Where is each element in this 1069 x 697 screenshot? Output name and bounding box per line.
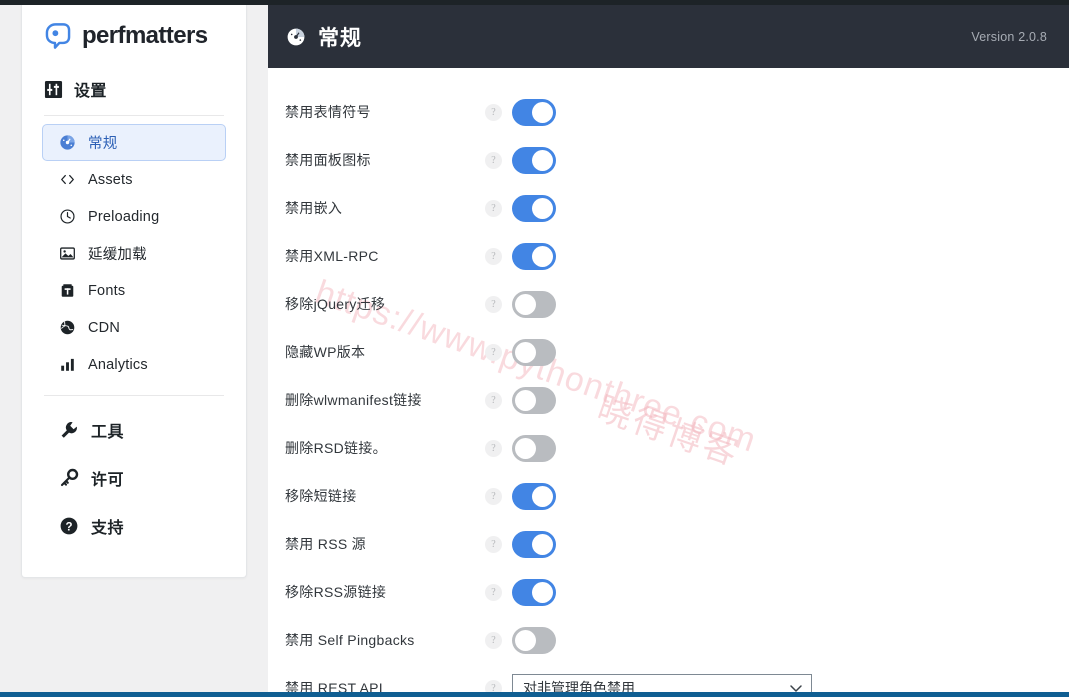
- sidebar-item-label: 许可: [91, 472, 125, 489]
- sidebar: perfmatters 设置 常规 Assets Preloading 延缓加载…: [0, 5, 268, 697]
- sidebar-item-label: Assets: [88, 171, 133, 188]
- gauge-icon: [60, 135, 75, 150]
- perfmatters-logo-icon: [45, 23, 71, 49]
- help-icon[interactable]: ?: [485, 391, 502, 409]
- sidebar-settings-heading: 设置: [22, 51, 246, 101]
- sidebar-item-support[interactable]: ? 支持: [42, 502, 226, 550]
- setting-row: 删除wlwmanifest链接 ?: [268, 376, 1069, 424]
- setting-label: 移除jQuery迁移: [285, 295, 386, 312]
- sidebar-item-assets[interactable]: Assets: [42, 161, 226, 198]
- setting-label: 删除RSD链接。: [285, 439, 387, 456]
- sidebar-settings-label: 设置: [74, 83, 107, 100]
- sidebar-nav: 常规 Assets Preloading 延缓加载 Fonts CDN Anal…: [22, 116, 246, 383]
- page-header: 常规 Version 2.0.8: [268, 5, 1069, 68]
- toggle-switch[interactable]: [512, 530, 556, 558]
- toggle-switch[interactable]: [512, 434, 556, 462]
- sidebar-item-label: 延缓加载: [88, 247, 147, 263]
- page-title: 常规: [318, 26, 362, 50]
- setting-label: 禁用面板图标: [285, 151, 371, 168]
- help-icon[interactable]: ?: [485, 583, 502, 601]
- bottom-strip: [0, 692, 1069, 697]
- toggle-switch[interactable]: [512, 194, 556, 222]
- toggle-switch[interactable]: [512, 290, 556, 318]
- toggle-switch[interactable]: [512, 98, 556, 126]
- toggle-switch[interactable]: [512, 146, 556, 174]
- top-admin-strip: [0, 0, 1069, 5]
- sidebar-item-label: Preloading: [88, 208, 160, 225]
- setting-label: 禁用 RSS 源: [285, 535, 366, 552]
- setting-label: 禁用 Self Pingbacks: [285, 631, 415, 648]
- sidebar-item-label: CDN: [88, 319, 121, 336]
- setting-label: 隐藏WP版本: [285, 343, 366, 360]
- question-circle-icon: ?: [60, 517, 78, 535]
- setting-label: 禁用嵌入: [285, 199, 343, 216]
- setting-row: 禁用 RSS 源 ?: [268, 520, 1069, 568]
- globe-icon: [60, 320, 75, 335]
- main-content: 常规 Version 2.0.8 https://www.pythonthree…: [268, 5, 1069, 697]
- sidebar-item-general[interactable]: 常规: [42, 124, 226, 161]
- settings-list: 禁用表情符号 ? 禁用面板图标 ? 禁用嵌入 ? 禁用XML-RPC ? 移除j…: [268, 68, 1069, 697]
- toggle-switch[interactable]: [512, 338, 556, 366]
- sidebar-item-tools[interactable]: 工具: [42, 406, 226, 454]
- help-icon[interactable]: ?: [485, 439, 502, 457]
- setting-row: 隐藏WP版本 ?: [268, 328, 1069, 376]
- help-icon[interactable]: ?: [485, 631, 502, 649]
- sidebar-item-label: Analytics: [88, 356, 148, 373]
- svg-text:?: ?: [65, 521, 72, 533]
- brand-name: perfmatters: [82, 22, 208, 49]
- sidebar-item-license[interactable]: 许可: [42, 454, 226, 502]
- sidebar-item-label: 支持: [91, 520, 125, 537]
- help-icon[interactable]: ?: [485, 103, 502, 121]
- brand-logo[interactable]: perfmatters: [22, 5, 246, 51]
- setting-row: 禁用XML-RPC ?: [268, 232, 1069, 280]
- setting-label: 禁用XML-RPC: [285, 247, 379, 264]
- toggle-switch[interactable]: [512, 482, 556, 510]
- gauge-icon: [287, 28, 305, 45]
- setting-row: 移除短链接 ?: [268, 472, 1069, 520]
- sidebar-item-label: 工具: [91, 424, 125, 441]
- help-icon[interactable]: ?: [485, 487, 502, 505]
- sidebar-item-label: Fonts: [88, 282, 126, 299]
- sidebar-item-cdn[interactable]: CDN: [42, 309, 226, 346]
- setting-label: 删除wlwmanifest链接: [285, 391, 422, 408]
- toggle-switch[interactable]: [512, 626, 556, 654]
- font-case-icon: [61, 284, 74, 297]
- sidebar-card: perfmatters 设置 常规 Assets Preloading 延缓加载…: [21, 5, 247, 578]
- sidebar-item-lazyload[interactable]: 延缓加载: [42, 235, 226, 272]
- bar-chart-icon: [61, 358, 74, 371]
- key-icon: [60, 468, 79, 487]
- setting-row: 移除jQuery迁移 ?: [268, 280, 1069, 328]
- setting-row: 禁用嵌入 ?: [268, 184, 1069, 232]
- setting-row: 禁用面板图标 ?: [268, 136, 1069, 184]
- image-icon: [60, 247, 75, 260]
- sidebar-item-label: 常规: [88, 136, 118, 152]
- setting-row: 禁用表情符号 ?: [268, 88, 1069, 136]
- setting-label: 移除RSS源链接: [285, 583, 387, 600]
- help-icon[interactable]: ?: [485, 247, 502, 265]
- sidebar-item-fonts[interactable]: Fonts: [42, 272, 226, 309]
- setting-row: 删除RSD链接。 ?: [268, 424, 1069, 472]
- setting-row: 移除RSS源链接 ?: [268, 568, 1069, 616]
- help-icon[interactable]: ?: [485, 343, 502, 361]
- help-icon[interactable]: ?: [485, 535, 502, 553]
- sliders-icon: [44, 80, 63, 98]
- version-label: Version 2.0.8: [971, 29, 1047, 44]
- setting-row: 禁用 Self Pingbacks ?: [268, 616, 1069, 664]
- sidebar-item-preloading[interactable]: Preloading: [42, 198, 226, 235]
- setting-label: 移除短链接: [285, 487, 357, 504]
- sidebar-nav-lower: 工具 许可 ? 支持: [22, 396, 246, 550]
- toggle-switch[interactable]: [512, 578, 556, 606]
- wrench-icon: [61, 422, 77, 438]
- help-icon[interactable]: ?: [485, 199, 502, 217]
- help-icon[interactable]: ?: [485, 295, 502, 313]
- toggle-switch[interactable]: [512, 386, 556, 414]
- setting-label: 禁用表情符号: [285, 103, 371, 120]
- code-brackets-icon: [61, 174, 74, 185]
- sidebar-item-analytics[interactable]: Analytics: [42, 346, 226, 383]
- clock-icon: [60, 209, 75, 224]
- toggle-switch[interactable]: [512, 242, 556, 270]
- help-icon[interactable]: ?: [485, 151, 502, 169]
